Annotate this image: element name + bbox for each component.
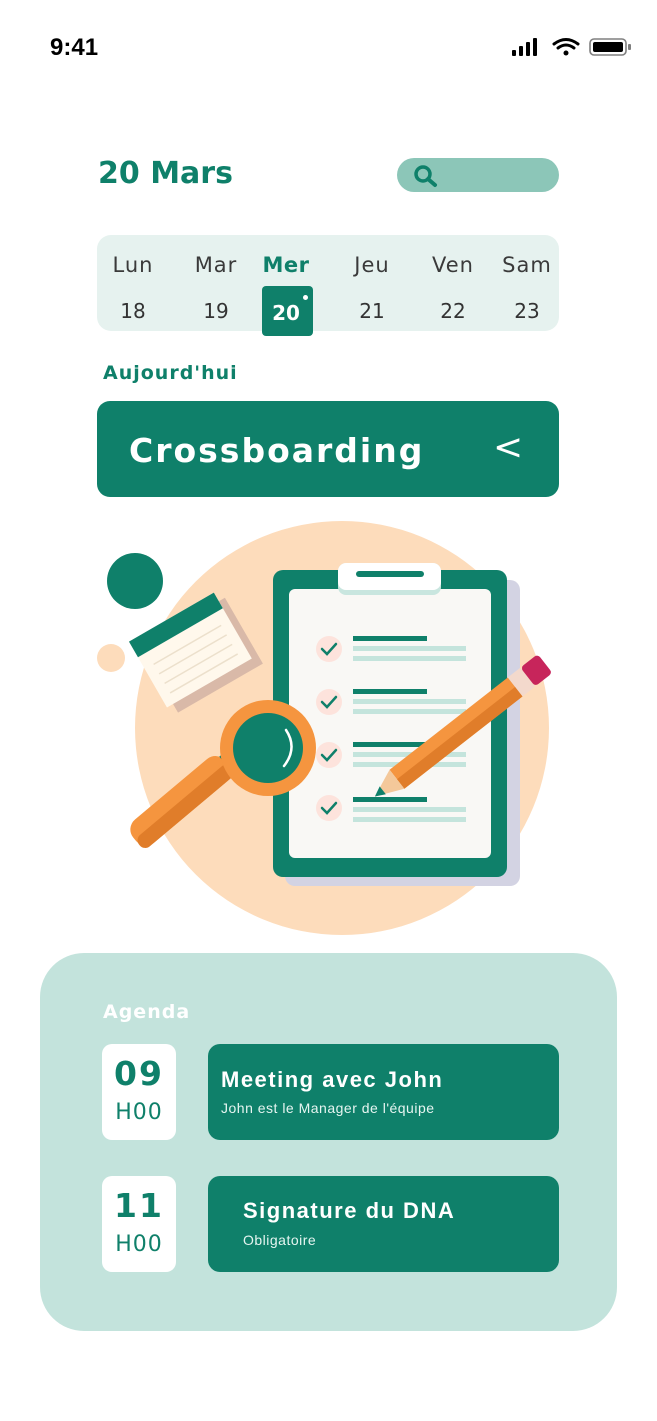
day-number: 21 <box>359 299 385 323</box>
chevron-left-icon[interactable]: < <box>493 427 523 468</box>
banner-title: Crossboarding <box>129 431 425 470</box>
event-subtitle: Obligatoire <box>243 1232 317 1248</box>
status-icons <box>512 36 632 58</box>
event-card-meeting[interactable]: Meeting avec John John est le Manager de… <box>208 1044 559 1140</box>
event-minutes: H00 <box>115 1232 163 1257</box>
section-label-today: Aujourd'hui <box>103 362 238 384</box>
event-time: 11 H00 <box>102 1176 176 1272</box>
agenda-title: Agenda <box>103 1001 191 1023</box>
search-bar[interactable] <box>397 158 559 192</box>
wifi-icon <box>552 38 580 56</box>
event-card-signature[interactable]: Signature du DNA Obligatoire <box>208 1176 559 1272</box>
day-number: 20 <box>272 301 300 325</box>
date-title: 20 Mars <box>98 156 233 191</box>
day-name: Jeu <box>354 253 390 277</box>
event-title: Meeting avec John <box>221 1067 444 1092</box>
status-time: 9:41 <box>50 34 99 61</box>
day-name: Mar <box>194 253 238 277</box>
agenda-card: Agenda 09 H00 Meeting avec John John est… <box>40 953 617 1331</box>
battery-icon <box>589 38 631 56</box>
cellular-signal-icon <box>512 38 537 56</box>
day-name: Ven <box>432 253 474 277</box>
search-icon <box>414 165 437 187</box>
event-title: Signature du DNA <box>243 1198 456 1223</box>
event-subtitle: John est le Manager de l'équipe <box>221 1100 435 1116</box>
week-strip: Lun 18 Mar 19 Mer 20 Jeu 21 Ven 22 Sam 2… <box>97 235 559 336</box>
day-name: Sam <box>502 253 552 277</box>
day-name: Lun <box>112 253 154 277</box>
event-hour: 11 <box>114 1186 164 1225</box>
event-dot <box>303 295 308 300</box>
day-name: Mer <box>262 253 310 277</box>
checklist-illustration <box>0 515 657 940</box>
day-number: 22 <box>440 299 466 323</box>
day-number: 23 <box>514 299 540 323</box>
event-minutes: H00 <box>115 1100 163 1125</box>
day-number: 19 <box>203 299 229 323</box>
event-time: 09 H00 <box>102 1044 176 1140</box>
day-number: 18 <box>120 299 146 323</box>
event-hour: 09 <box>114 1054 164 1093</box>
crossboarding-banner[interactable]: Crossboarding < <box>97 401 559 497</box>
